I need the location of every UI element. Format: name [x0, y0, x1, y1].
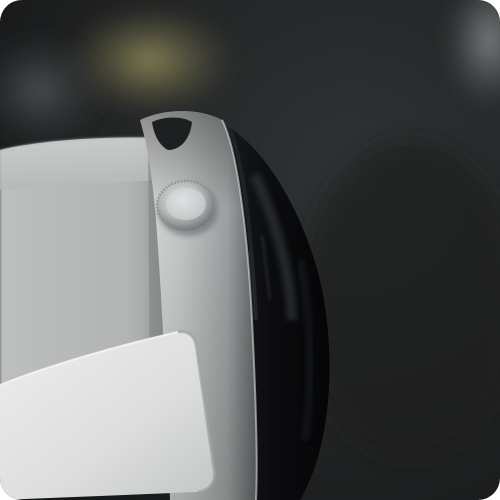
- photo-speaker-closeup: [0, 0, 500, 500]
